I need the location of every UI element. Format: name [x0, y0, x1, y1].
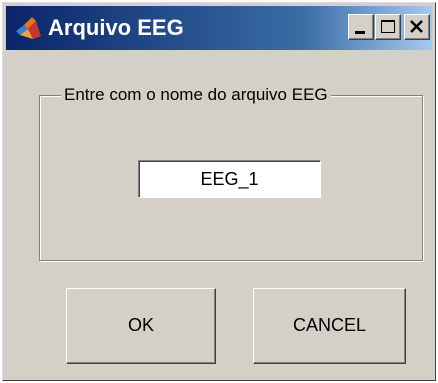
maximize-button[interactable]: [375, 14, 401, 40]
dialog-window: Arquivo EEG Entre com o nome do arquivo …: [2, 2, 436, 381]
window-title: Arquivo EEG: [48, 15, 184, 40]
groupbox-label: Entre com o nome do arquivo EEG: [61, 85, 331, 105]
title-bar[interactable]: Arquivo EEG: [6, 6, 432, 50]
minimize-button[interactable]: [348, 14, 374, 40]
filename-input[interactable]: [138, 160, 321, 198]
close-button[interactable]: [404, 14, 430, 40]
cancel-button[interactable]: CANCEL: [253, 288, 406, 364]
matlab-logo-icon: [14, 16, 42, 40]
ok-button[interactable]: OK: [66, 288, 216, 364]
